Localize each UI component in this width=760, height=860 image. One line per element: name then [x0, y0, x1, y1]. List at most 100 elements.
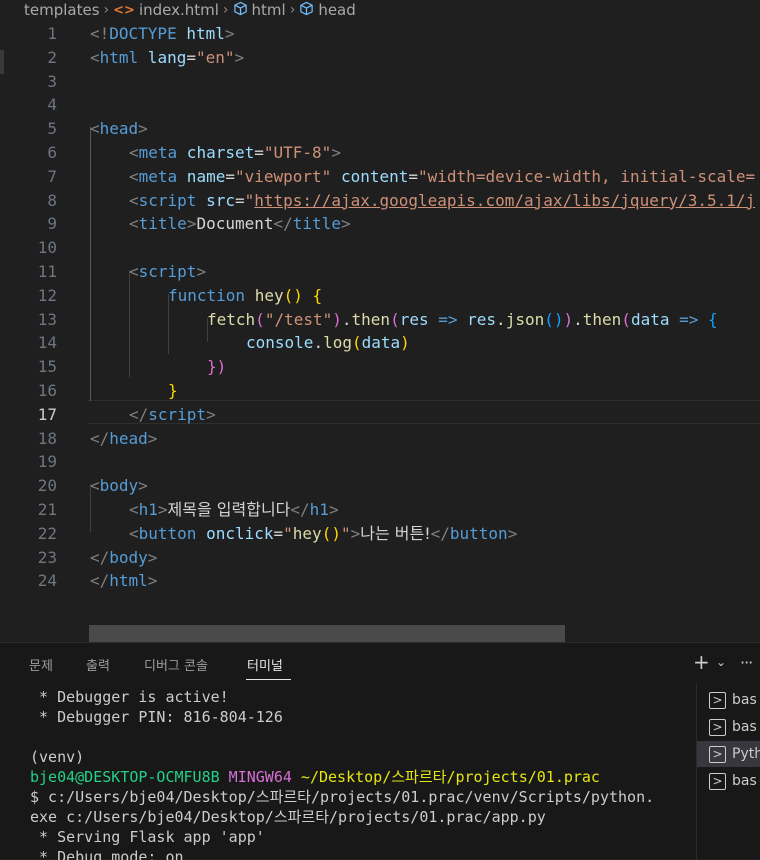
breadcrumb-index-html[interactable]: <> index.html	[113, 1, 219, 19]
terminal-list: > bas > bas > Pyth > bas	[696, 683, 760, 860]
code-token: charset	[177, 143, 255, 162]
code-token: body	[99, 476, 139, 496]
code-token: "UTF-8"	[263, 143, 332, 162]
code-token: >	[234, 47, 245, 67]
terminal-output[interactable]: * Debugger is active! * Debugger PIN: 81…	[0, 683, 696, 860]
chevron-right-icon: ›	[289, 2, 296, 18]
code-token: hey	[292, 523, 322, 543]
code-line-5[interactable]: <meta charset="UTF-8">	[0, 141, 760, 165]
code-token: DOCTYPE	[109, 24, 177, 43]
terminal-list-item[interactable]: > bas	[697, 768, 760, 794]
horizontal-scrollbar[interactable]	[89, 625, 565, 642]
code-token: script	[138, 190, 197, 210]
code-token: >	[507, 523, 518, 543]
html-file-icon: <>	[113, 2, 135, 18]
more-actions-icon[interactable]: ···	[740, 653, 753, 672]
tab-problems[interactable]: 문제	[29, 655, 53, 674]
code-token: </	[290, 500, 310, 519]
code-line-2[interactable]: <html lang="en">	[0, 46, 760, 70]
breadcrumb-html[interactable]: html	[233, 1, 286, 20]
code-token: .	[313, 333, 324, 353]
code-token: </	[273, 214, 293, 234]
code-token: <	[90, 119, 100, 139]
code-token: ()	[321, 523, 341, 543]
code-token: }	[168, 381, 178, 400]
terminal-list-label: bas	[732, 692, 757, 708]
prompt-user: bje04@DESKTOP-OCMFU8B	[30, 768, 220, 786]
code-token: then	[582, 309, 622, 329]
code-token: log	[323, 333, 352, 353]
code-token: html	[99, 47, 139, 67]
code-line-12[interactable]: fetch("/test").then(res => res.json()).t…	[0, 308, 760, 332]
code-line-8[interactable]: <title>Document</title>	[0, 212, 760, 236]
code-token: "/test"	[264, 309, 333, 329]
code-token: <	[90, 47, 100, 67]
code-token: 나는 버튼!	[360, 523, 431, 543]
prompt-path: ~/Desktop/스파르타/projects/01.prac	[291, 768, 600, 786]
code-editor[interactable]: 1 2 3 4 5 6 7 8 9 10 11 12 13 14 15 16 1…	[0, 20, 760, 642]
code-line-22[interactable]: </body>	[0, 546, 760, 570]
breadcrumb-label: html	[251, 1, 286, 19]
code-token: =	[234, 190, 245, 210]
code-token: script	[148, 404, 207, 424]
code-token: )	[400, 333, 410, 353]
code-line-7[interactable]: <script src="https://ajax.googleapis.com…	[0, 189, 760, 213]
code-token: .	[496, 309, 506, 329]
code-token: button	[449, 523, 508, 543]
code-line-13[interactable]: console.log(data)	[0, 331, 760, 355]
code-token: =	[186, 47, 196, 67]
code-token: data	[361, 333, 401, 353]
code-token: "	[340, 523, 351, 543]
code-link[interactable]: https://ajax.googleapis.com/ajax/libs/jq…	[254, 191, 755, 210]
code-token: "viewport"	[234, 166, 332, 186]
breadcrumb-templates[interactable]: templates	[24, 1, 100, 19]
terminal-list-item-active[interactable]: > Pyth	[697, 741, 760, 767]
terminal-line: * Debug mode: on	[30, 848, 184, 860]
code-line-11[interactable]: function hey() {	[0, 284, 760, 308]
code-token: (	[390, 309, 400, 329]
terminal-line: $ c:/Users/bje04/Desktop/스파르타/projects/0…	[30, 788, 655, 806]
code-token: >	[147, 547, 158, 567]
code-token: (	[255, 309, 265, 329]
terminal-icon: >	[709, 691, 726, 709]
code-token: <	[129, 143, 139, 162]
line-number: 10	[37, 238, 57, 258]
terminal-line: exe c:/Users/bje04/Desktop/스파르타/projects…	[30, 808, 546, 826]
chevron-right-icon: ›	[222, 2, 229, 18]
code-line-15[interactable]: }	[0, 379, 760, 403]
code-token: "	[283, 523, 293, 543]
terminal-line: (venv)	[30, 748, 85, 766]
code-line-16[interactable]: </script>	[0, 403, 760, 427]
code-line-6[interactable]: <meta name="viewport" content="width=dev…	[0, 165, 760, 189]
code-line-17[interactable]: </head>	[0, 427, 760, 451]
code-line-10[interactable]: <script>	[0, 260, 760, 284]
chevron-down-icon[interactable]: ⌄	[716, 655, 726, 669]
code-line-20[interactable]: <h1>제목을 입력합니다</h1>	[0, 498, 760, 522]
code-token: >	[138, 119, 148, 139]
code-token: >	[157, 500, 168, 519]
terminal-list-item[interactable]: > bas	[697, 687, 760, 713]
tab-output[interactable]: 출력	[86, 655, 110, 674]
code-token: >	[224, 24, 235, 43]
code-token: =	[408, 166, 419, 186]
plus-icon[interactable]: +	[693, 652, 710, 672]
code-line-19[interactable]: <body>	[0, 474, 760, 498]
terminal-list-label: bas	[732, 719, 757, 735]
terminal-list-item[interactable]: > bas	[697, 714, 760, 740]
tab-debug-console[interactable]: 디버그 콘솔	[144, 655, 208, 674]
code-line-24[interactable]: </html>	[0, 569, 760, 593]
terminal-list-label: bas	[732, 773, 757, 789]
terminal-line: * Serving Flask app 'app'	[30, 828, 265, 846]
code-token: console	[246, 333, 314, 353]
code-line-4[interactable]: <head>	[0, 117, 760, 141]
breadcrumb-head[interactable]: head	[299, 1, 356, 20]
code-line-14[interactable]: })	[0, 355, 760, 379]
code-token: title	[138, 214, 187, 234]
tab-terminal[interactable]: 터미널	[247, 655, 283, 674]
code-token: </	[129, 404, 149, 424]
chevron-right-icon: ›	[103, 2, 110, 18]
code-line-21[interactable]: <button onclick="hey()">나는 버튼!</button>	[0, 522, 760, 546]
code-line-1[interactable]: <!DOCTYPE html>	[0, 22, 760, 46]
code-token: =>	[669, 309, 708, 329]
line-number: 3	[47, 71, 57, 91]
